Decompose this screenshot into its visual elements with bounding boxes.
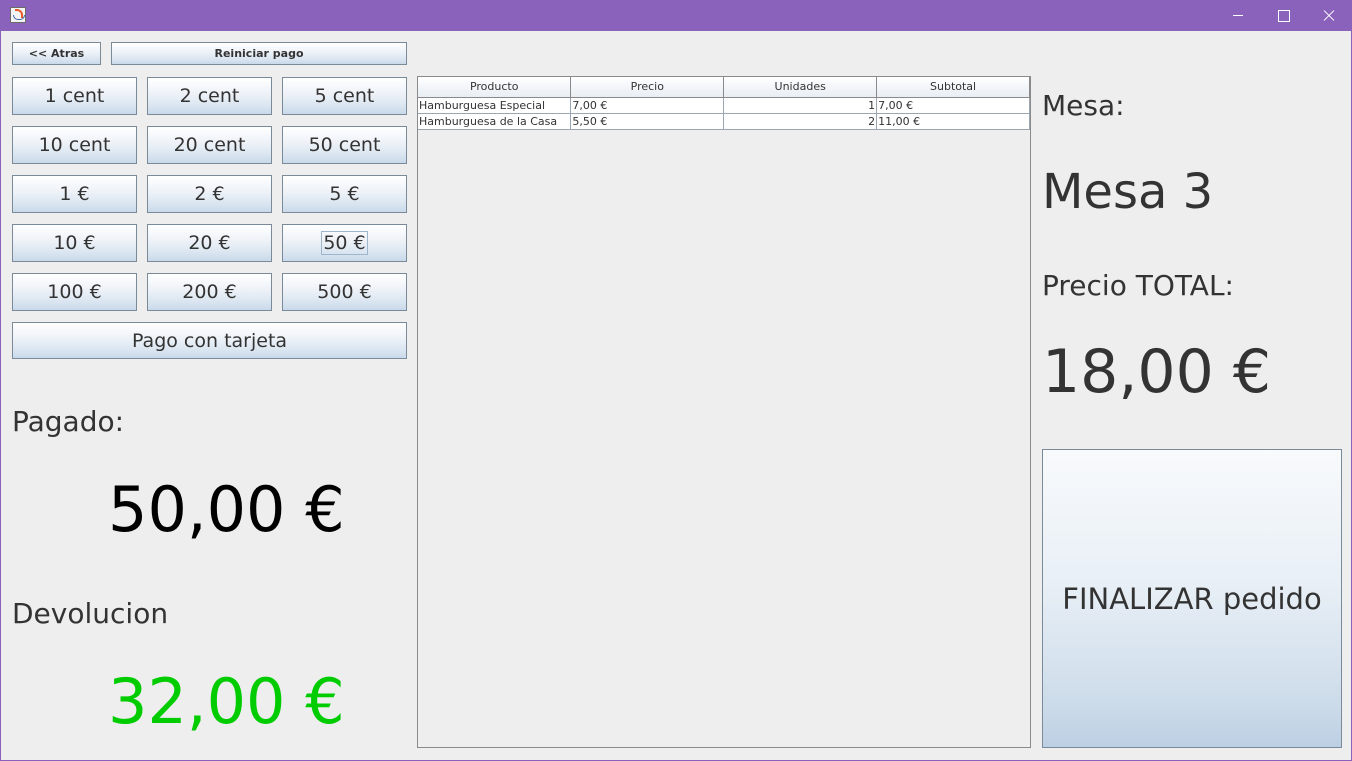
coin-button-5-cent[interactable]: 5 cent (282, 77, 407, 115)
table-row[interactable]: Hamburguesa de la Casa 5,50 € 2 11,00 € (418, 112, 1030, 130)
money-button-label: 20 cent (173, 134, 246, 156)
money-button-label: 1 € (59, 183, 90, 205)
money-button-label: 5 cent (314, 85, 375, 107)
coin-button-50-cent[interactable]: 50 cent (282, 126, 407, 164)
table-row[interactable]: Hamburguesa Especial 7,00 € 1 7,00 € (418, 96, 1030, 114)
back-button-label: << Atras (28, 47, 85, 60)
reset-payment-label: Reiniciar pago (214, 47, 304, 60)
cell-precio: 7,00 € (570, 96, 725, 114)
java-app-icon (10, 7, 26, 23)
table-header-row: Producto Precio Unidades Subtotal (418, 77, 1030, 98)
table-number: Mesa 3 (1042, 164, 1214, 220)
money-button-label: 50 € (321, 231, 368, 255)
card-payment-button[interactable]: Pago con tarjeta (12, 322, 407, 359)
money-button-label: 1 cent (44, 85, 105, 107)
money-button-label: 2 cent (179, 85, 240, 107)
money-button-label: 2 € (194, 183, 225, 205)
total-price-value: 18,00 € (1042, 337, 1272, 407)
coin-button-2-euro[interactable]: 2 € (147, 175, 272, 213)
minimize-icon[interactable] (1215, 0, 1261, 31)
paid-amount: 50,00 € (108, 473, 345, 546)
coin-button-1-euro[interactable]: 1 € (12, 175, 137, 213)
cell-unidades: 2 (723, 112, 878, 130)
money-button-label: 500 € (317, 281, 372, 303)
bill-button-100-euro[interactable]: 100 € (12, 273, 137, 311)
change-amount: 32,00 € (108, 665, 345, 738)
bill-button-500-euro[interactable]: 500 € (282, 273, 407, 311)
back-button[interactable]: << Atras (12, 42, 101, 65)
column-header-subtotal[interactable]: Subtotal (876, 77, 1030, 98)
maximize-icon[interactable] (1260, 0, 1306, 31)
change-label: Devolucion (12, 597, 169, 630)
table-label: Mesa: (1042, 89, 1125, 122)
reset-payment-button[interactable]: Reiniciar pago (111, 42, 407, 65)
bill-button-200-euro[interactable]: 200 € (147, 273, 272, 311)
finalize-order-label: FINALIZAR pedido (1062, 581, 1322, 616)
bill-button-50-euro[interactable]: 50 € (282, 224, 407, 262)
coin-button-10-cent[interactable]: 10 cent (12, 126, 137, 164)
money-button-label: 10 cent (38, 134, 111, 156)
bill-button-10-euro[interactable]: 10 € (12, 224, 137, 262)
cell-subtotal: 11,00 € (876, 112, 1030, 130)
column-header-producto[interactable]: Producto (418, 77, 572, 98)
cell-producto: Hamburguesa Especial (418, 96, 572, 114)
coin-button-1-cent[interactable]: 1 cent (12, 77, 137, 115)
column-header-unidades[interactable]: Unidades (723, 77, 878, 98)
app-window: << Atras Reiniciar pago 1 cent 2 cent 5 … (0, 0, 1352, 761)
money-button-label: 50 cent (308, 134, 381, 156)
cell-precio: 5,50 € (570, 112, 725, 130)
column-header-precio[interactable]: Precio (570, 77, 725, 98)
cell-subtotal: 7,00 € (876, 96, 1030, 114)
bill-button-20-euro[interactable]: 20 € (147, 224, 272, 262)
bill-button-5-euro[interactable]: 5 € (282, 175, 407, 213)
money-button-label: 20 € (188, 232, 231, 254)
order-table[interactable]: Producto Precio Unidades Subtotal Hambur… (418, 77, 1030, 130)
total-price-label: Precio TOTAL: (1042, 269, 1234, 302)
coin-button-2-cent[interactable]: 2 cent (147, 77, 272, 115)
money-button-label: 200 € (182, 281, 237, 303)
order-table-panel[interactable]: Producto Precio Unidades Subtotal Hambur… (417, 76, 1031, 748)
card-payment-label: Pago con tarjeta (131, 329, 288, 352)
paid-label: Pagado: (12, 405, 125, 438)
finalize-order-button[interactable]: FINALIZAR pedido (1042, 449, 1342, 748)
cell-producto: Hamburguesa de la Casa (418, 112, 572, 130)
title-bar (1, 0, 1352, 31)
money-button-label: 10 € (53, 232, 96, 254)
close-icon[interactable] (1306, 0, 1352, 31)
money-button-label: 5 € (329, 183, 360, 205)
coin-button-20-cent[interactable]: 20 cent (147, 126, 272, 164)
money-button-label: 100 € (47, 281, 102, 303)
cell-unidades: 1 (723, 96, 878, 114)
